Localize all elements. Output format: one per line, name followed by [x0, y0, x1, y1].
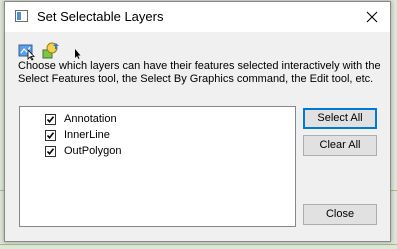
- pointer-arrow-icon[interactable]: [67, 41, 87, 61]
- backdrop-line: [0, 244, 397, 245]
- toolbar: [17, 41, 97, 61]
- clear-all-button[interactable]: Clear All: [303, 135, 377, 156]
- window-app-icon: [15, 10, 28, 22]
- layer-label: OutPolygon: [64, 145, 122, 157]
- checkmark-icon: [46, 148, 55, 156]
- layer-item-innerline[interactable]: InnerLine: [45, 128, 285, 144]
- layer-checkbox[interactable]: [45, 146, 56, 157]
- select-by-graphics-icon[interactable]: [41, 41, 61, 61]
- layer-label: Annotation: [64, 113, 117, 125]
- description-text: Choose which layers can have their featu…: [18, 60, 381, 85]
- checkmark-icon: [46, 116, 55, 124]
- close-button[interactable]: Close: [303, 204, 377, 225]
- layer-item-annotation[interactable]: Annotation: [45, 112, 285, 128]
- close-window-button[interactable]: [354, 2, 390, 32]
- select-all-button[interactable]: Select All: [303, 108, 377, 129]
- layer-label: InnerLine: [64, 129, 110, 141]
- title-bar[interactable]: Set Selectable Layers: [5, 2, 390, 32]
- layer-checkbox[interactable]: [45, 130, 56, 141]
- window-title: Set Selectable Layers: [37, 9, 164, 24]
- checkmark-icon: [46, 132, 55, 140]
- layer-checkbox[interactable]: [45, 114, 56, 125]
- layer-item-outpolygon[interactable]: OutPolygon: [45, 144, 285, 160]
- select-features-icon[interactable]: [17, 41, 37, 61]
- close-icon: [366, 11, 378, 23]
- dialog-window: Set Selectable Layers Choose which layer…: [4, 1, 391, 242]
- layer-list[interactable]: Annotation InnerLine OutPolygon: [19, 106, 296, 227]
